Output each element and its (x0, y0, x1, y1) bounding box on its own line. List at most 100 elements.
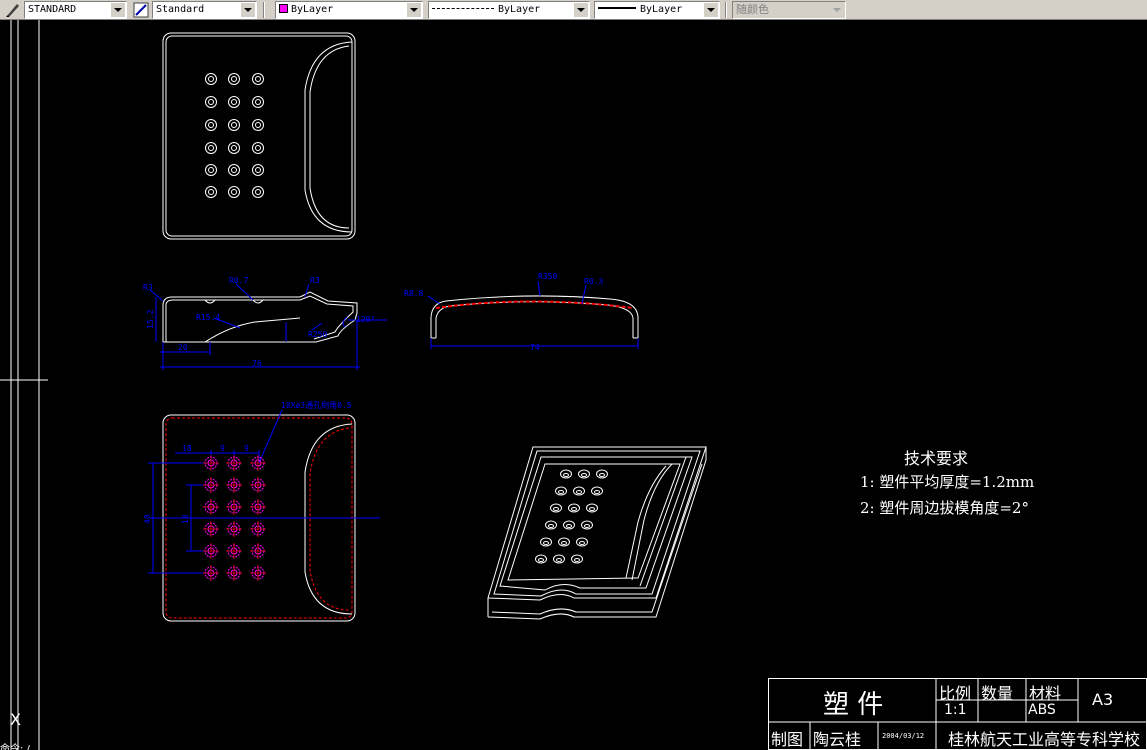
hole (252, 96, 264, 108)
hole (568, 503, 580, 513)
hole-note: 18Xø3通孔倒角0.5 (281, 400, 352, 410)
hole (205, 186, 217, 198)
text-style-icon[interactable] (4, 1, 22, 19)
chevron-down-icon[interactable] (407, 3, 421, 17)
dim-height-15-2: 15.2 (146, 310, 155, 329)
text-style-value: STANDARD (28, 4, 77, 15)
dim-r15-4: R15.4 (196, 313, 220, 322)
hole (226, 565, 242, 581)
hole (553, 554, 565, 564)
sheet-size: A3 (1092, 690, 1114, 709)
scale-label: 比例 (939, 684, 972, 703)
layer-value: ByLayer (279, 3, 333, 17)
hole (226, 543, 242, 559)
drawn-label: 制图 (771, 730, 804, 749)
chevron-down-icon[interactable] (704, 3, 718, 17)
hole (576, 537, 588, 547)
hole (252, 186, 264, 198)
plot-style-value: 随颜色 (736, 3, 769, 16)
toolbar-separator (263, 2, 265, 18)
layer-select[interactable]: ByLayer (275, 1, 423, 19)
hole (203, 543, 219, 559)
isometric-view (487, 446, 707, 620)
cad-drawing[interactable]: R3 R0.7 R3 15.2 R15.4 R250 20 76 120° R8… (0, 20, 1147, 750)
hole (203, 565, 219, 581)
plot-style-select: 随颜色 (732, 1, 846, 19)
hole (250, 565, 266, 581)
hole (203, 455, 219, 471)
hole (560, 469, 572, 479)
dim-style-value: Standard (156, 4, 205, 15)
drawn-by: 陶云桂 (813, 730, 862, 749)
hole (550, 503, 562, 513)
hole (540, 537, 552, 547)
hole (545, 520, 557, 530)
hole (250, 521, 266, 537)
part-name: 塑 件 (823, 690, 884, 720)
hole (228, 142, 240, 154)
dim-style-group: Standard (130, 0, 258, 20)
hole (228, 164, 240, 176)
hole (596, 469, 608, 479)
ucs-x-axis-label: X (10, 710, 21, 729)
title-block: 塑 件 比例 数量 材料 1:1 ABS A3 制图 陶云桂 2004/03/1… (768, 678, 1147, 750)
hole (228, 119, 240, 131)
dim-20: 20 (178, 343, 188, 352)
hole (591, 486, 603, 496)
linetype-select[interactable]: ByLayer (428, 1, 590, 19)
dim-r0-7: R0.7 (229, 276, 248, 285)
dim-r3-a: R3 (143, 283, 153, 292)
dim-r250: R250 (308, 330, 327, 339)
command-line[interactable]: 命令: / (0, 740, 30, 750)
lineweight-label: ByLayer (640, 4, 683, 15)
hole (203, 499, 219, 515)
hole (205, 73, 217, 85)
hole (571, 554, 583, 564)
drawing-canvas[interactable]: R3 R0.7 R3 15.2 R15.4 R250 20 76 120° R8… (0, 20, 1147, 750)
tech-requirement-1: 1: 塑件平均厚度=1.2mm (860, 473, 1035, 491)
hole (555, 486, 567, 496)
hole (203, 521, 219, 537)
scale-value: 1:1 (944, 702, 967, 718)
drawing-date: 2004/03/12 (882, 732, 925, 740)
chevron-down-icon[interactable] (111, 3, 125, 17)
material-value: ABS (1028, 702, 1056, 718)
dim-r8-8: R8.8 (404, 289, 423, 298)
hole (205, 164, 217, 176)
top-view-holes (205, 73, 264, 198)
dim-120-degrees: 120° (356, 315, 375, 324)
hole (250, 543, 266, 559)
dim-76: 76 (252, 359, 262, 368)
chevron-down-icon[interactable] (574, 3, 588, 17)
hole (250, 499, 266, 515)
chevron-down-icon[interactable] (241, 3, 255, 17)
dim-r3-b: R3 (310, 276, 320, 285)
text-style-select[interactable]: STANDARD (24, 1, 127, 19)
hole (252, 73, 264, 85)
bottom-view: 18Xø3通孔倒角0.5 18 9 9 40 18 (143, 400, 380, 622)
text-style-group: STANDARD (0, 0, 128, 20)
hole (573, 486, 585, 496)
hole (205, 142, 217, 154)
lineweight-value: ByLayer (598, 3, 682, 17)
dim-9-b: 9 (244, 444, 249, 453)
hole (252, 142, 264, 154)
hole (226, 499, 242, 515)
hole (228, 186, 240, 198)
hole (581, 520, 593, 530)
hole (563, 520, 575, 530)
front-section-view: R8.8 R350 R0.3 74 (404, 272, 639, 352)
drawing-frame-left (0, 20, 48, 750)
lineweight-select[interactable]: ByLayer (594, 1, 720, 19)
tech-requirement-2: 2: 塑件周边拔模角度=2° (860, 499, 1029, 517)
color-swatch-icon (279, 4, 288, 13)
dim-r350: R350 (538, 272, 557, 281)
dim-style-select[interactable]: Standard (152, 1, 257, 19)
isometric-holes (535, 469, 608, 564)
dimension-style-icon[interactable] (132, 1, 150, 19)
hole (228, 96, 240, 108)
dim-18-vertical: 18 (181, 514, 190, 524)
hole (252, 164, 264, 176)
dim-74: 74 (530, 343, 540, 352)
dim-9-a: 9 (220, 444, 225, 453)
